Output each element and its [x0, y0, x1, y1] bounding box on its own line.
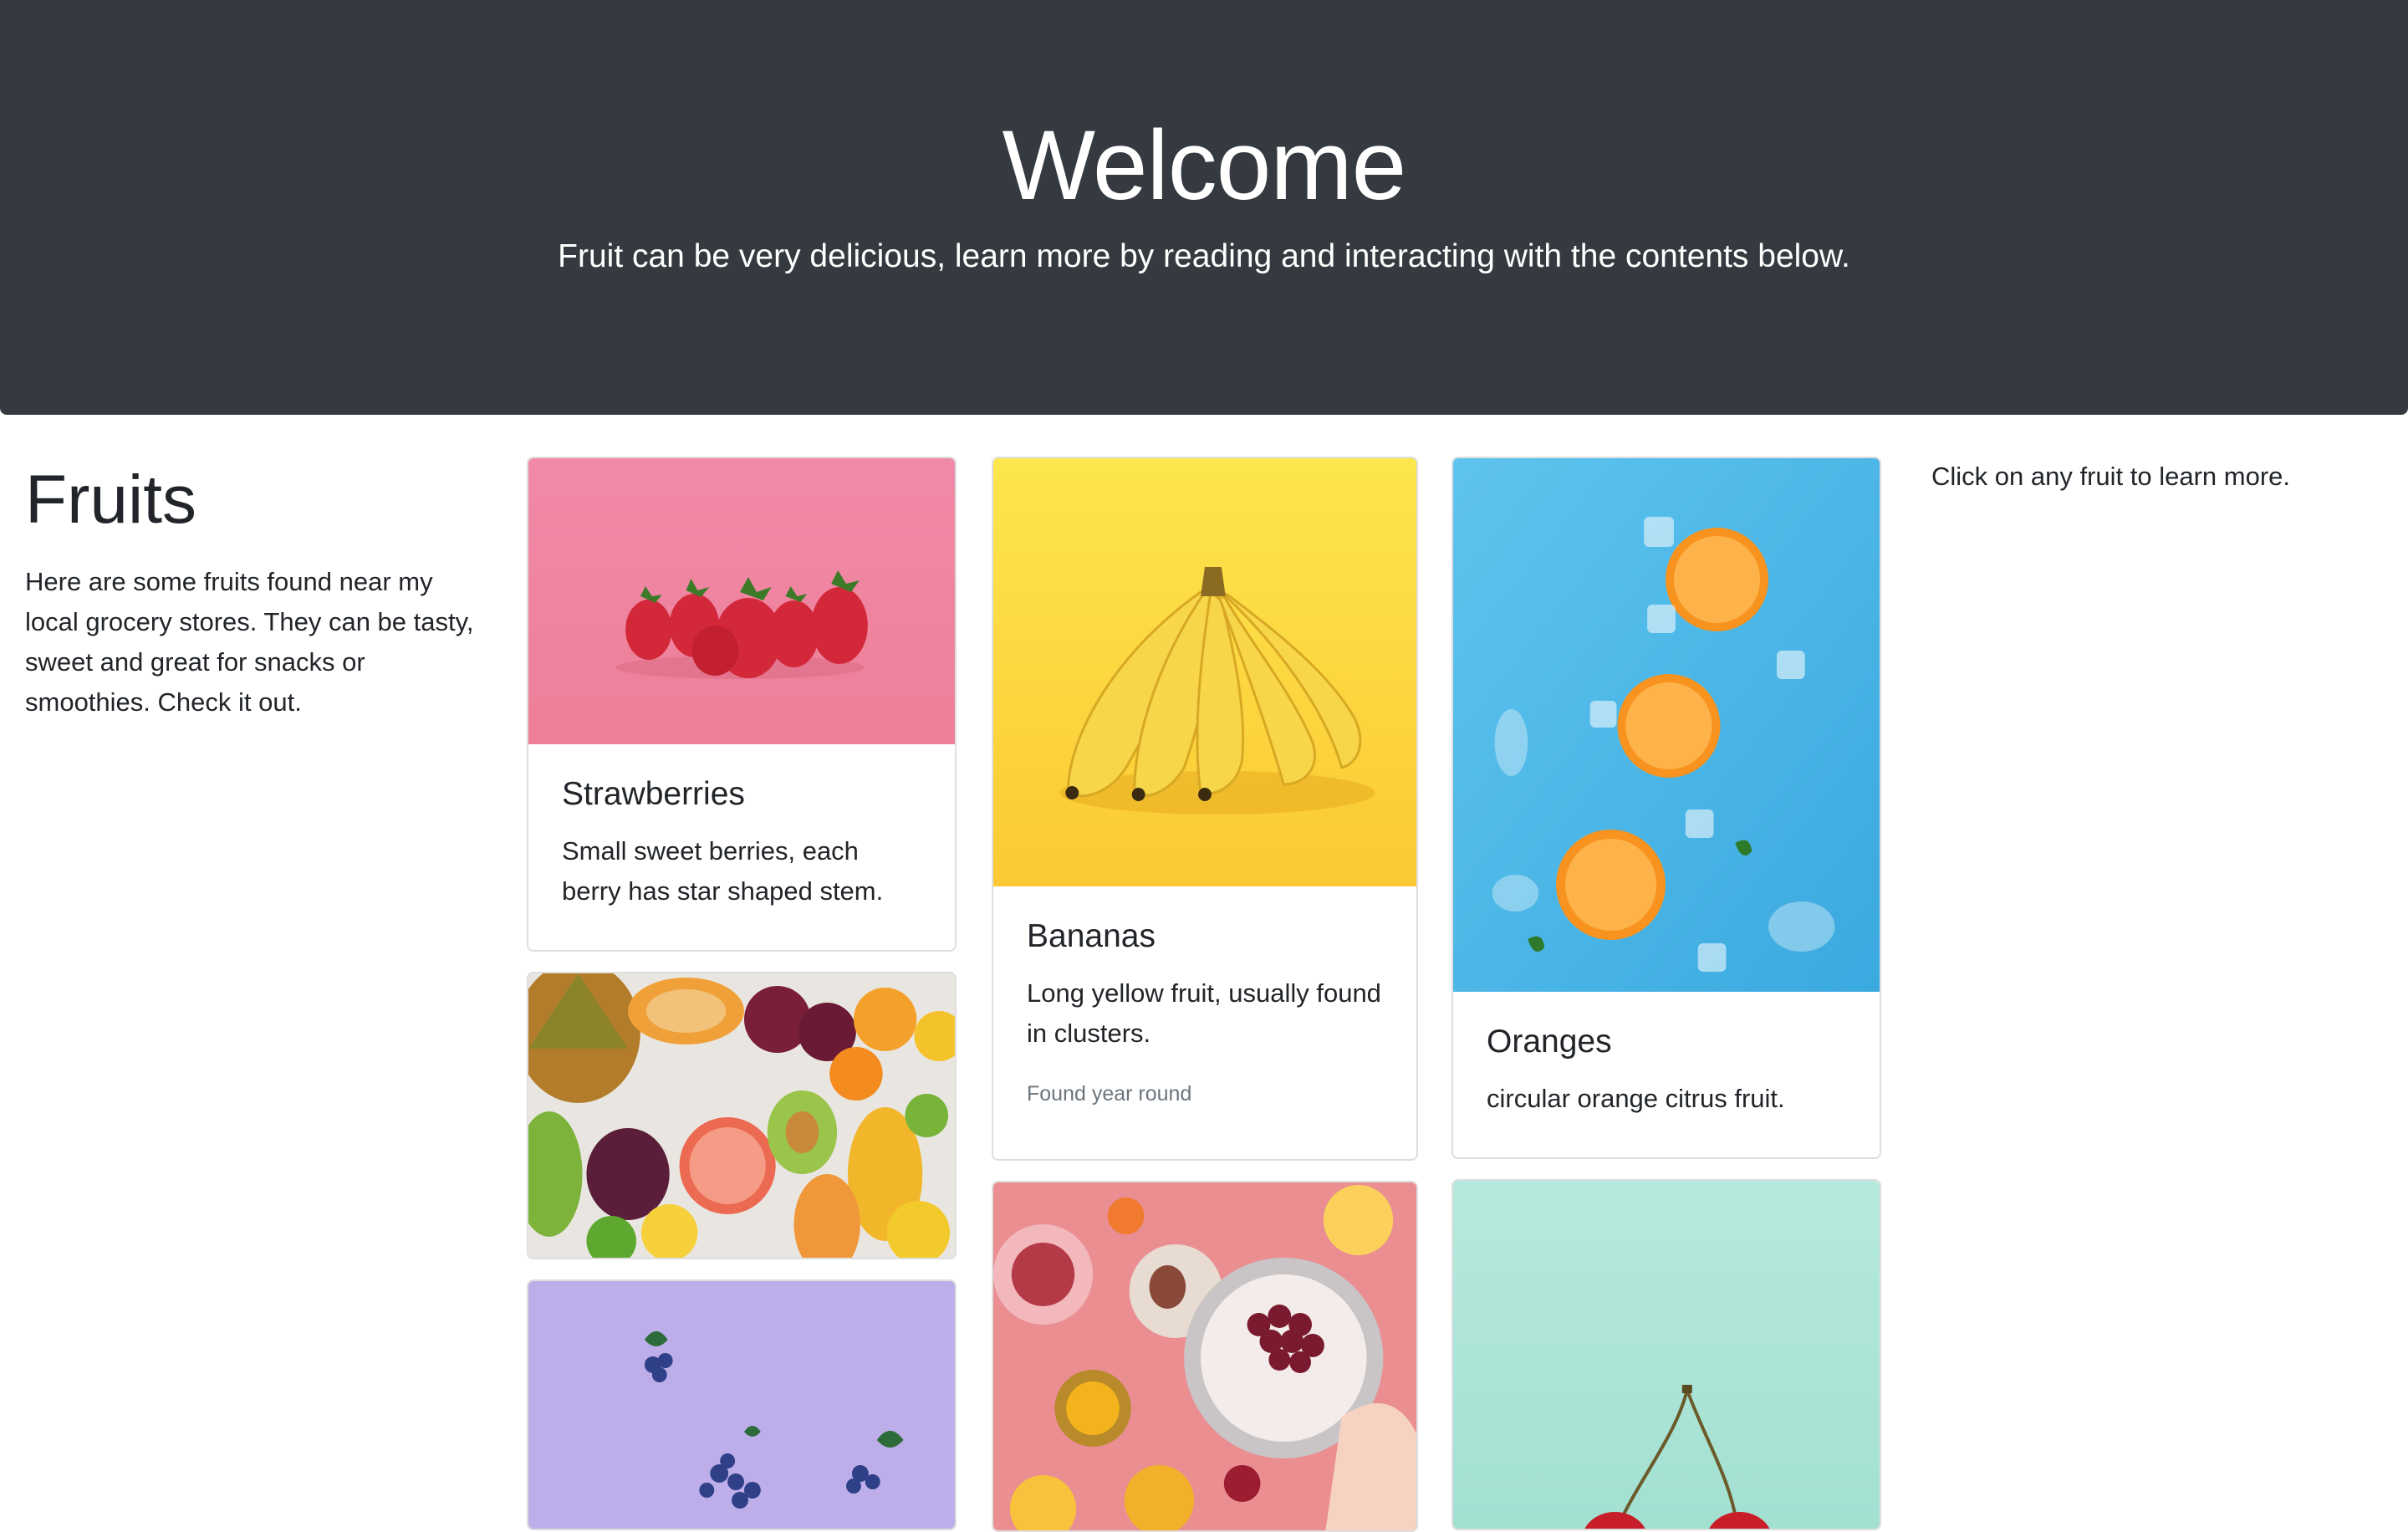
strawberries-title: Strawberries: [562, 776, 745, 812]
fruit-table-image[interactable]: [993, 1182, 1416, 1530]
bananas-title: Bananas: [1027, 918, 1156, 954]
blueberries-card[interactable]: [527, 1279, 957, 1530]
hero-title: Welcome: [1002, 110, 1407, 221]
oranges-text: circular orange citrus fruit.: [1487, 1084, 1785, 1113]
cherries-card[interactable]: [1451, 1179, 1881, 1530]
hero-banner: Welcome Fruit can be very delicious, lea…: [0, 0, 2408, 415]
fruits-intro: Fruits Here are some fruits found near m…: [25, 458, 477, 723]
fruits-heading: Fruits: [25, 462, 196, 538]
strawberries-text: Small sweet berries, each berry has star…: [562, 836, 884, 906]
fruits-description: Here are some fruits found near my local…: [25, 567, 474, 717]
fruit-table-illustration: [993, 1182, 1416, 1530]
strawberries-image[interactable]: [528, 458, 955, 744]
bananas-text: Long yellow fruit, usually found in clus…: [1027, 978, 1381, 1048]
blueberries-image[interactable]: [528, 1281, 955, 1529]
hero-subtitle: Fruit can be very delicious, learn more …: [558, 238, 1850, 274]
oranges-illustration: [1453, 458, 1880, 992]
fruit-table-card[interactable]: [992, 1181, 1418, 1532]
bananas-card[interactable]: Bananas Long yellow fruit, usually found…: [992, 457, 1418, 1161]
bananas-note: Found year round: [1027, 1082, 1192, 1106]
cherries-image[interactable]: [1453, 1181, 1880, 1529]
cherries-illustration: [1453, 1181, 1880, 1529]
bananas-illustration: [993, 458, 1416, 886]
mixed-fruits-illustration: [528, 973, 955, 1258]
oranges-card[interactable]: Oranges circular orange citrus fruit.: [1451, 457, 1881, 1159]
oranges-title: Oranges: [1487, 1024, 1612, 1060]
mixed-fruits-image[interactable]: [528, 973, 955, 1258]
strawberries-card-body: Strawberries Small sweet berries, each b…: [528, 744, 955, 940]
oranges-card-body: Oranges circular orange citrus fruit.: [1453, 992, 1880, 1147]
bananas-image[interactable]: [993, 458, 1416, 886]
blueberries-illustration: [528, 1281, 955, 1529]
strawberries-card[interactable]: Strawberries Small sweet berries, each b…: [527, 457, 957, 952]
mixed-fruits-card[interactable]: [527, 972, 957, 1259]
oranges-image[interactable]: [1453, 458, 1880, 992]
click-hint: Click on any fruit to learn more.: [1931, 462, 2291, 491]
strawberries-illustration: [528, 458, 955, 744]
bananas-card-body: Bananas Long yellow fruit, usually found…: [993, 886, 1416, 1139]
